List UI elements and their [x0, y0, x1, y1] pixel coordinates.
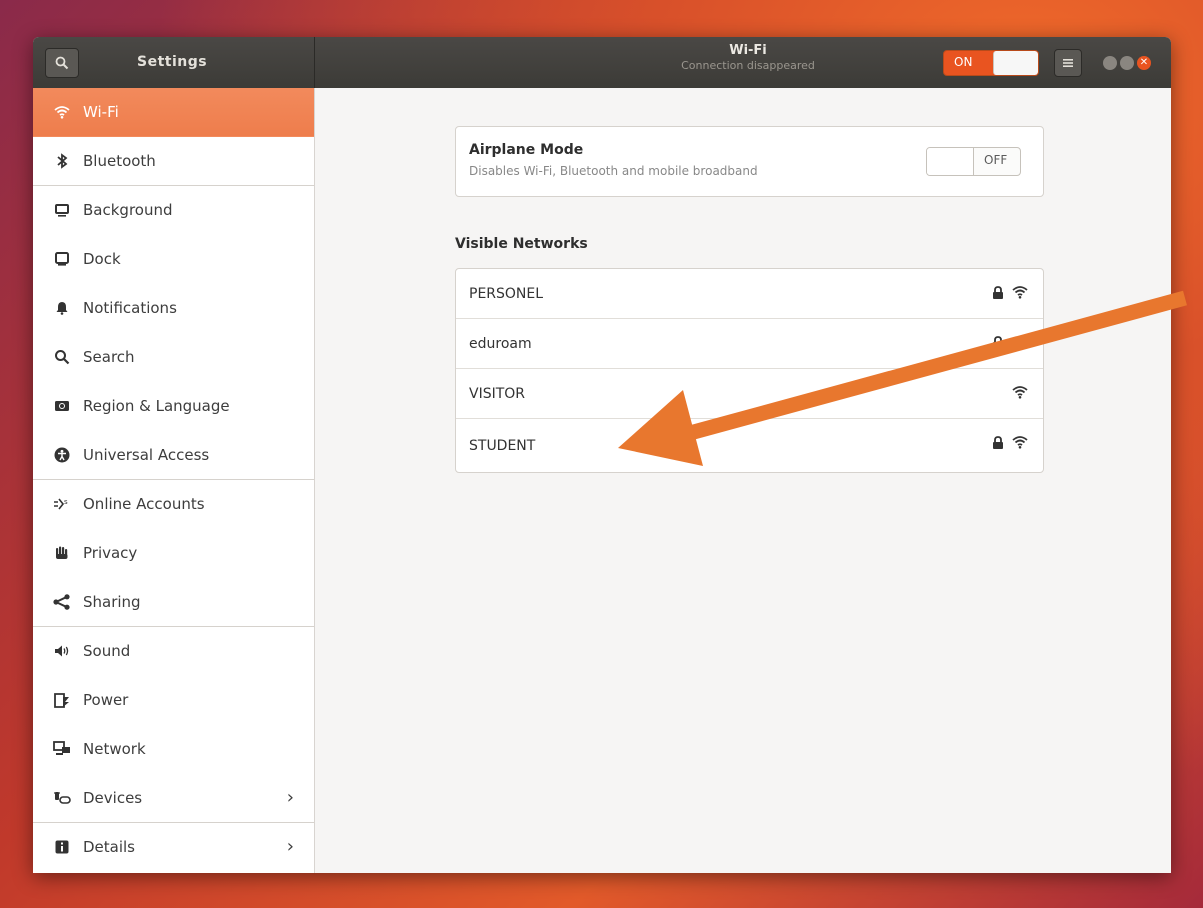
panel-subtitle: Connection disappeared: [681, 59, 815, 72]
chevron-right-icon: ›: [286, 836, 294, 857]
sidebar-item-label: Dock: [83, 250, 121, 268]
sidebar-item-power[interactable]: Power: [33, 676, 314, 725]
airplane-mode-row: Airplane Mode Disables Wi-Fi, Bluetooth …: [455, 126, 1044, 197]
sidebar-item-universal-access[interactable]: Universal Access: [33, 431, 314, 480]
visible-networks-heading: Visible Networks: [455, 236, 588, 252]
bluetooth-icon: [53, 152, 71, 170]
sidebar-item-label: Online Accounts: [83, 495, 205, 513]
airplane-mode-toggle[interactable]: OFF: [926, 147, 1021, 176]
network-icon: [53, 740, 71, 758]
sidebar-item-label: Bluetooth: [83, 152, 156, 170]
sidebar-header: Settings: [33, 37, 315, 88]
airplane-mode-subtitle: Disables Wi-Fi, Bluetooth and mobile bro…: [469, 164, 758, 178]
sidebar-item-label: Background: [83, 201, 173, 219]
wifi-icon: [53, 103, 71, 121]
wifi-toggle-knob: [993, 51, 1038, 75]
wifi-signal-icon: [1012, 286, 1028, 299]
search-button[interactable]: [45, 48, 79, 78]
network-list: PERSONEL eduroam VISITOR STUDENT: [455, 268, 1044, 473]
wifi-toggle[interactable]: ON: [943, 50, 1039, 76]
sidebar-item-label: Power: [83, 691, 129, 709]
lock-icon: [993, 435, 1003, 449]
settings-window: Settings Wi-Fi Connection disappeared ON…: [33, 37, 1171, 873]
network-row[interactable]: STUDENT: [456, 419, 1043, 472]
close-icon: ✕: [1139, 57, 1149, 68]
sidebar-item-label: Sharing: [83, 593, 141, 611]
sidebar-item-dock[interactable]: Dock: [33, 235, 314, 284]
bell-icon: [53, 299, 71, 317]
region-icon: [53, 397, 71, 415]
menu-button[interactable]: [1054, 49, 1082, 77]
close-button[interactable]: ✕: [1137, 56, 1151, 70]
dock-icon: [53, 250, 71, 268]
sidebar-item-wifi[interactable]: Wi-Fi: [33, 88, 314, 137]
wifi-signal-icon: [1012, 386, 1028, 399]
sidebar-item-label: Privacy: [83, 544, 138, 562]
network-name: eduroam: [469, 335, 532, 352]
svg-text:s: s: [64, 498, 68, 506]
sidebar-item-details[interactable]: Details ›: [33, 823, 314, 872]
speaker-icon: [53, 642, 71, 660]
wifi-signal-icon: [1012, 336, 1028, 349]
sidebar-item-label: Region & Language: [83, 397, 230, 415]
background-icon: [53, 201, 71, 219]
panel-title: Wi-Fi: [729, 43, 767, 58]
power-icon: [53, 691, 71, 709]
wifi-panel: Airplane Mode Disables Wi-Fi, Bluetooth …: [315, 88, 1171, 873]
sidebar-item-notifications[interactable]: Notifications: [33, 284, 314, 333]
sidebar-item-devices[interactable]: Devices ›: [33, 774, 314, 823]
search-icon: [53, 348, 71, 366]
share-icon: [53, 593, 71, 611]
maximize-button[interactable]: [1120, 56, 1134, 70]
network-row[interactable]: VISITOR: [456, 369, 1043, 419]
header-bar: Settings Wi-Fi Connection disappeared ON…: [33, 37, 1171, 88]
sidebar-item-privacy[interactable]: Privacy: [33, 529, 314, 578]
network-name: VISITOR: [469, 385, 526, 402]
chevron-right-icon: ›: [286, 787, 294, 808]
search-icon: [55, 56, 69, 70]
sidebar-item-background[interactable]: Background: [33, 186, 314, 235]
lock-icon: [993, 285, 1003, 299]
sidebar-item-label: Wi-Fi: [83, 103, 119, 121]
sidebar-item-region-language[interactable]: Region & Language: [33, 382, 314, 431]
sidebar-item-label: Notifications: [83, 299, 177, 317]
wifi-signal-icon: [1012, 436, 1028, 449]
airplane-mode-toggle-knob: [927, 148, 974, 175]
hamburger-icon: [1063, 59, 1073, 67]
sidebar-item-online-accounts[interactable]: s Online Accounts: [33, 480, 314, 529]
lock-icon: [993, 335, 1003, 349]
network-row[interactable]: eduroam: [456, 319, 1043, 369]
sidebar-item-sharing[interactable]: Sharing: [33, 578, 314, 627]
sidebar-item-label: Sound: [83, 642, 131, 660]
devices-icon: [53, 789, 71, 807]
sidebar-item-label: Search: [83, 348, 135, 366]
sidebar-item-label: Universal Access: [83, 446, 210, 464]
sidebar-item-label: Network: [83, 740, 146, 758]
sidebar-item-bluetooth[interactable]: Bluetooth: [33, 137, 314, 186]
sidebar-item-network[interactable]: Network: [33, 725, 314, 774]
network-row[interactable]: PERSONEL: [456, 269, 1043, 319]
airplane-mode-toggle-label: OFF: [984, 153, 1008, 167]
sidebar-item-sound[interactable]: Sound: [33, 627, 314, 676]
panel-title-block: Wi-Fi Connection disappeared: [633, 43, 863, 72]
network-name: STUDENT: [469, 437, 536, 454]
network-name: PERSONEL: [469, 285, 544, 302]
info-icon: [53, 838, 71, 856]
online-accounts-icon: s: [53, 495, 71, 513]
hand-icon: [53, 544, 71, 562]
wifi-toggle-label: ON: [954, 55, 973, 69]
airplane-mode-title: Airplane Mode: [469, 142, 584, 158]
sidebar-item-search[interactable]: Search: [33, 333, 314, 382]
sidebar-item-label: Details: [83, 838, 136, 856]
settings-title: Settings: [137, 54, 208, 70]
sidebar-item-label: Devices: [83, 789, 143, 807]
universal-access-icon: [53, 446, 71, 464]
sidebar: Wi-Fi Bluetooth Background Dock Notifica…: [33, 88, 315, 873]
minimize-button[interactable]: [1103, 56, 1117, 70]
